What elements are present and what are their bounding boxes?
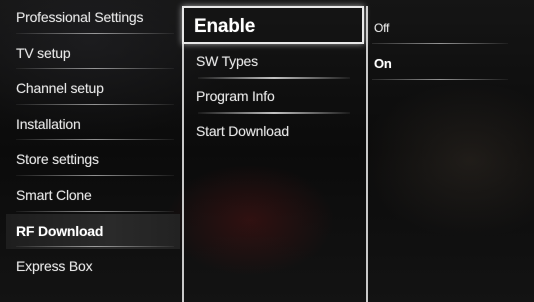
menu-item-smart-clone[interactable]: Smart Clone — [6, 178, 180, 214]
menu-item-label: Installation — [16, 115, 81, 132]
submenu-item-program-info[interactable]: Program Info — [184, 79, 366, 114]
menu-item-label: RF Download — [16, 222, 104, 239]
submenu-item-label: Enable — [194, 16, 256, 37]
menu-item-express-box[interactable]: Express Box — [6, 249, 180, 285]
option-label: On — [374, 56, 392, 71]
menu-item-professional-settings[interactable]: Professional Settings — [6, 0, 180, 36]
submenu-item-label: Program Info — [196, 88, 275, 104]
option-label: Off — [374, 21, 390, 35]
menu-item-rf-download[interactable]: RF Download — [6, 213, 180, 250]
submenu-item-label: SW Types — [196, 53, 258, 69]
submenu-item-label: Start Download — [196, 123, 289, 139]
menu-item-channel-setup[interactable]: Channel setup — [6, 71, 180, 107]
menu-item-label: Express Box — [16, 258, 93, 275]
main-menu-column: Professional Settings TV setup Channel s… — [6, 0, 180, 285]
menu-item-label: Channel setup — [16, 80, 104, 97]
menu-item-installation[interactable]: Installation — [6, 107, 180, 143]
submenu-item-enable[interactable]: Enable — [182, 6, 364, 44]
menu-item-label: Smart Clone — [16, 186, 92, 203]
menu-item-store-settings[interactable]: Store settings — [6, 142, 180, 178]
menu-item-label: TV setup — [16, 44, 71, 61]
submenu-item-sw-types[interactable]: SW Types — [184, 44, 366, 79]
menu-item-label: Store settings — [16, 151, 99, 168]
submenu-column: Enable SW Types Program Info Start Downl… — [182, 6, 368, 302]
option-on[interactable]: On — [368, 46, 518, 82]
options-column: Off On — [368, 10, 518, 82]
submenu-item-start-download[interactable]: Start Download — [184, 114, 366, 149]
menu-item-tv-setup[interactable]: TV setup — [6, 36, 180, 72]
tv-menu-screen: Professional Settings TV setup Channel s… — [0, 0, 534, 302]
option-off[interactable]: Off — [368, 10, 518, 46]
menu-item-label: Professional Settings — [16, 9, 144, 25]
